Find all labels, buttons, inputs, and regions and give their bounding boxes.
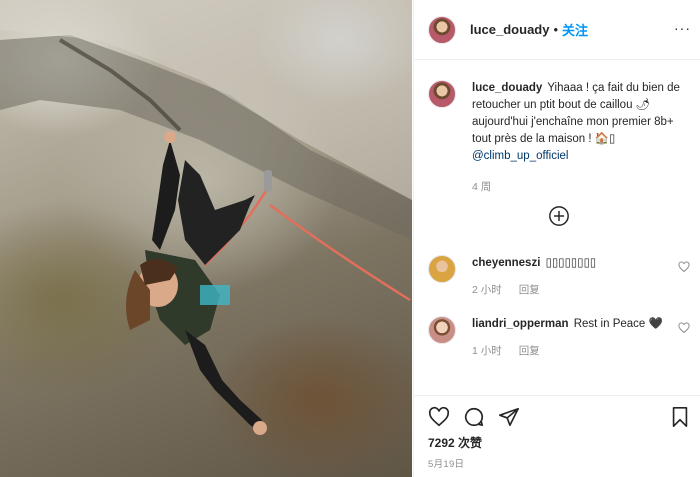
save-bookmark-icon[interactable] xyxy=(669,406,691,428)
caption: luce_douady Yihaaa ! ça fait du bien de … xyxy=(428,80,690,194)
comment-meta: 1 小时 回复 xyxy=(472,343,690,358)
author-username[interactable]: luce_douady xyxy=(470,22,549,37)
comment-item: liandri_opperman Rest in Peace 🖤 1 小时 回复 xyxy=(428,316,690,358)
caption-time[interactable]: 4 周 xyxy=(472,181,491,193)
post-actions: 7292 次赞 5月19日 xyxy=(414,395,700,477)
comment-text: Rest in Peace 🖤 xyxy=(573,318,663,330)
like-heart-icon[interactable] xyxy=(428,406,450,428)
like-comment-heart-icon[interactable] xyxy=(678,261,690,273)
reply-button[interactable]: 回复 xyxy=(519,345,540,357)
likes-count[interactable]: 7292 次赞 xyxy=(428,434,482,451)
share-paper-plane-icon[interactable] xyxy=(498,406,520,428)
comments-section: luce_douady Yihaaa ! ça fait du bien de … xyxy=(414,61,700,395)
caption-mention-link[interactable]: @climb_up_officiel xyxy=(472,150,568,162)
comment-text-block: liandri_opperman Rest in Peace 🖤 xyxy=(472,316,690,333)
separator-dot: • xyxy=(553,22,559,37)
author-avatar[interactable] xyxy=(428,15,456,44)
comment-avatar[interactable] xyxy=(428,316,456,344)
comment-time[interactable]: 2 小时 xyxy=(472,284,502,296)
reply-button[interactable]: 回复 xyxy=(519,284,540,296)
comment-text-block: cheyenneszi ▯▯▯▯▯▯▯▯ xyxy=(472,255,690,272)
post-header: luce_douady • 关注 ··· xyxy=(414,0,700,60)
caption-username[interactable]: luce_douady xyxy=(472,82,542,94)
follow-button[interactable]: 关注 xyxy=(562,20,588,39)
comment-time[interactable]: 1 小时 xyxy=(472,345,502,357)
comment-item: cheyenneszi ▯▯▯▯▯▯▯▯ 2 小时 回复 xyxy=(428,255,690,297)
comment-text: ▯▯▯▯▯▯▯▯ xyxy=(545,257,597,269)
post-photo[interactable] xyxy=(0,0,412,477)
like-comment-heart-icon[interactable] xyxy=(678,322,690,334)
comment-meta: 2 小时 回复 xyxy=(472,282,690,297)
caption-meta: 4 周 xyxy=(472,179,690,194)
post-side-panel: luce_douady • 关注 ··· luce_douady Yihaaa … xyxy=(413,0,700,477)
caption-text-block: luce_douady Yihaaa ! ça fait du bien de … xyxy=(472,80,690,165)
caption-avatar[interactable] xyxy=(428,80,456,108)
load-more-comments-icon[interactable] xyxy=(548,205,570,227)
post-date[interactable]: 5月19日 xyxy=(428,456,464,470)
comment-avatar[interactable] xyxy=(428,255,456,283)
climber-photo xyxy=(0,0,412,435)
comment-username[interactable]: cheyenneszi xyxy=(472,257,540,269)
comment-bubble-icon[interactable] xyxy=(463,406,485,428)
comment-username[interactable]: liandri_opperman xyxy=(472,318,569,330)
more-options-icon[interactable]: ··· xyxy=(674,20,691,36)
